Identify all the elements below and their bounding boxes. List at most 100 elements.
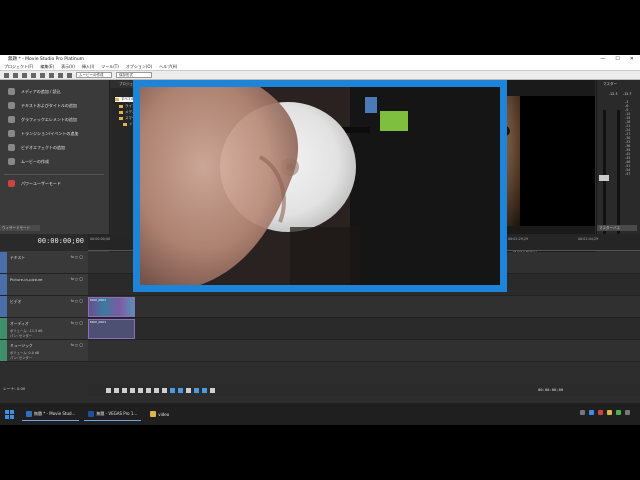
tray-icon[interactable] <box>625 410 630 415</box>
wizard-power-user[interactable]: パワーユーザーモード <box>8 180 61 187</box>
taskbar-video-folder[interactable]: video <box>146 407 173 421</box>
marker-icon[interactable] <box>210 387 215 393</box>
tab-wizard-mode[interactable]: ウィザードモード <box>0 225 40 231</box>
track-name: ビデオ <box>10 299 22 304</box>
lock-envelopes-icon[interactable] <box>202 387 207 393</box>
master-fader[interactable] <box>599 175 609 181</box>
track-lane-video[interactable]: MOV_0001 <box>88 296 640 318</box>
graphic-icon <box>8 116 15 123</box>
ruler-label: 00:01:44;29 <box>578 237 599 241</box>
movie-icon <box>8 158 15 165</box>
meter-right <box>617 110 620 240</box>
track-header-music[interactable]: ミュージック ボリューム: 0.0 dB パン: センター fx ◻ ◯ <box>0 340 88 362</box>
wizard-add-media[interactable]: メディアの追加 / 読込 <box>8 88 61 95</box>
play-from-start-icon[interactable] <box>122 387 127 393</box>
wizard-add-effect[interactable]: ビデオエフェクトの追加 <box>8 144 65 151</box>
track-name: ミュージック <box>10 343 33 348</box>
wizard-add-graphic[interactable]: グラフィックエレメントの追加 <box>8 116 77 123</box>
minimize-button[interactable]: — <box>600 56 605 62</box>
menu-options[interactable]: オプション(O) <box>126 64 152 70</box>
track-lane-audio[interactable]: MOV_0001 <box>88 318 640 340</box>
auto-crossfade-icon[interactable] <box>194 387 199 393</box>
pause-icon[interactable] <box>138 387 143 393</box>
track-fx-icon[interactable]: fx ◻ ◯ <box>71 343 83 347</box>
track-header-video[interactable]: ビデオ fx ◻ ◯ <box>0 296 88 318</box>
track-pan[interactable]: パン: センター <box>10 333 32 338</box>
track-header-audio[interactable]: オーディオ ボリューム: -11.3 dB パン: センター fx ◻ ◯ <box>0 318 88 340</box>
undo-icon[interactable] <box>58 72 63 78</box>
ruler-label: 00:00:00;00 <box>90 237 111 241</box>
text-icon <box>8 102 15 109</box>
tray-icon[interactable] <box>616 410 621 415</box>
track-fx-icon[interactable]: fx ◻ ◯ <box>71 321 83 325</box>
menu-edit[interactable]: 編集(E) <box>40 64 54 70</box>
disc-insert-illustration <box>140 87 500 285</box>
tab-master-bus[interactable]: マスターバス <box>597 225 637 231</box>
save-icon[interactable] <box>22 72 27 78</box>
clip-label: MOV_0001 <box>90 298 107 302</box>
go-start-icon[interactable] <box>154 387 159 393</box>
tray-icon[interactable] <box>580 410 585 415</box>
record-icon[interactable] <box>106 387 111 393</box>
wizard-add-text[interactable]: テキストおよびタイトルの追加 <box>8 102 77 109</box>
playback-rate[interactable]: レート: 0.00 <box>0 386 88 392</box>
track-lane-music[interactable] <box>88 340 640 362</box>
video-clip[interactable]: MOV_0001 <box>88 297 135 317</box>
master-peak-left: -12.3 <box>609 92 618 96</box>
meter-scale: -3 -6 -9 -12 -15 -18 -21 -24 -27 -30 -33 -36 -39… <box>625 100 631 176</box>
redo-icon[interactable] <box>67 72 72 78</box>
cut-icon[interactable] <box>31 72 36 78</box>
sticker-blue <box>365 97 377 113</box>
wizard-add-transition[interactable]: トランジション/イベントの追加 <box>8 130 78 137</box>
audio-clip[interactable]: MOV_0001 <box>88 319 135 339</box>
paste-icon[interactable] <box>49 72 54 78</box>
tray-icon[interactable] <box>589 410 594 415</box>
vegas-icon <box>88 410 95 417</box>
timecode-display: 00:00:00;00 <box>37 237 84 245</box>
taskbar-movie-studio[interactable]: 無題 * - Movie Stud... <box>22 407 80 421</box>
new-project-icon[interactable] <box>4 72 9 78</box>
wizard-make-movie[interactable]: ムービーの作成 <box>8 158 49 165</box>
stop-icon[interactable] <box>146 387 151 393</box>
folder-icon <box>119 117 123 120</box>
track-fx-icon[interactable]: fx ◻ ◯ <box>71 299 83 303</box>
make-movie-button[interactable]: ムービーの作成 <box>76 72 112 78</box>
track-color <box>0 340 7 361</box>
system-tray <box>580 410 630 415</box>
clip-label: MOV_0001 <box>90 320 107 324</box>
menu-tools[interactable]: ツール(T) <box>101 64 119 70</box>
menu-project[interactable]: プロジェクト(F) <box>4 64 33 70</box>
menu-view[interactable]: 表示(V) <box>61 64 75 70</box>
open-icon[interactable] <box>13 72 18 78</box>
track-header-text[interactable]: テキスト fx ◻ ◯ <box>0 252 88 274</box>
tray-icon[interactable] <box>598 410 603 415</box>
wizard-item-label: トランジション/イベントの追加 <box>21 130 79 136</box>
loop-icon[interactable] <box>114 387 119 393</box>
tray-icon[interactable] <box>607 410 612 415</box>
wizard-item-label: ムービーの作成 <box>21 158 49 164</box>
media-icon <box>8 88 15 95</box>
menu-insert[interactable]: 挿入(I) <box>82 64 94 70</box>
copy-icon[interactable] <box>40 72 45 78</box>
menu-bar: プロジェクト(F) 編集(E) 表示(V) 挿入(I) ツール(T) オプション… <box>0 63 640 71</box>
track-fx-icon[interactable]: fx ◻ ◯ <box>71 277 83 281</box>
snap-icon[interactable] <box>170 387 175 393</box>
go-end-icon[interactable] <box>162 387 167 393</box>
ripple-icon[interactable] <box>178 387 183 393</box>
maximize-button[interactable]: ☐ <box>615 56 619 62</box>
track-color <box>0 296 7 317</box>
track-pan[interactable]: パン: センター <box>10 355 32 360</box>
save-format-button[interactable]: 保存形式 <box>116 72 152 78</box>
track-color <box>0 252 7 273</box>
taskbar-vegas[interactable]: 無題 - VEGAS Pro 1... <box>84 407 142 421</box>
track-header-pip[interactable]: Picture-in-picture fx ◻ ◯ <box>0 274 88 296</box>
track-fx-icon[interactable]: fx ◻ ◯ <box>71 255 83 259</box>
inset-photo-frame <box>133 80 507 292</box>
windows-start-icon[interactable] <box>5 409 14 419</box>
split-icon[interactable] <box>186 387 191 393</box>
menu-help[interactable]: ヘルプ(H) <box>159 64 177 70</box>
folder-icon <box>119 105 123 108</box>
play-icon[interactable] <box>130 387 135 393</box>
power-user-icon <box>8 180 15 187</box>
close-button[interactable]: ✕ <box>630 56 634 62</box>
